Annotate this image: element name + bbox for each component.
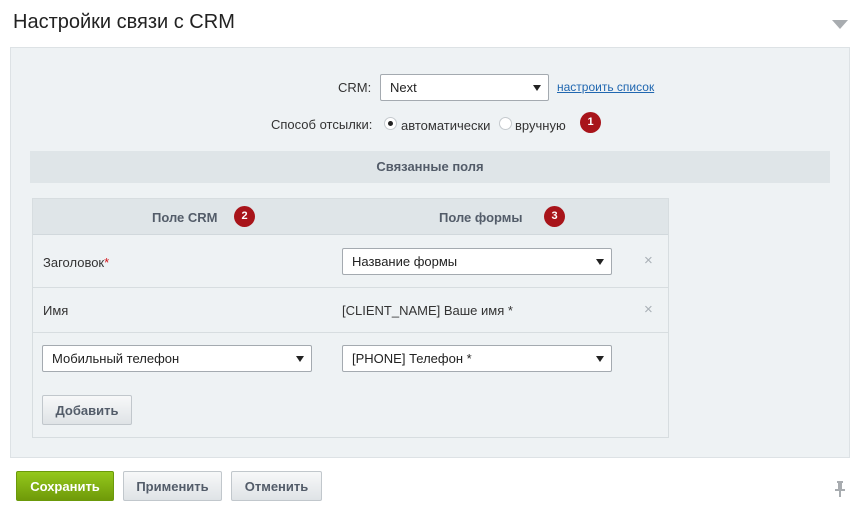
radio-auto[interactable] xyxy=(384,117,397,130)
new-crm-field-select[interactable]: Мобильный телефон xyxy=(42,345,312,372)
crm-select[interactable]: Next xyxy=(380,74,549,101)
form-field-select-value: Название формы xyxy=(352,254,458,269)
configure-list-link[interactable]: настроить список xyxy=(557,80,654,94)
pin-icon[interactable] xyxy=(833,480,847,498)
chevron-down-icon[interactable] xyxy=(832,20,848,29)
chevron-down-icon xyxy=(596,259,604,265)
chevron-down-icon xyxy=(296,356,304,362)
close-icon[interactable]: × xyxy=(644,253,653,268)
table-row-crm-field: Имя xyxy=(43,303,69,318)
row-divider xyxy=(33,287,668,288)
fields-table: Поле CRM 2 Поле формы 3 Заголовок* Назва… xyxy=(32,198,669,438)
required-mark: * xyxy=(104,255,110,270)
row-divider xyxy=(33,332,668,333)
hint-badge-3: 3 xyxy=(544,206,565,227)
col-crm-field: Поле CRM xyxy=(152,210,218,225)
table-row-form-field: [CLIENT_NAME] Ваше имя * xyxy=(342,303,513,318)
new-form-field-select-value: [PHONE] Телефон * xyxy=(352,351,472,366)
page-title: Настройки связи с CRM xyxy=(13,11,235,33)
close-icon[interactable]: × xyxy=(644,302,653,317)
chevron-down-icon xyxy=(596,356,604,362)
cancel-button[interactable]: Отменить xyxy=(231,471,322,501)
crm-select-value: Next xyxy=(390,80,417,95)
col-form-field: Поле формы xyxy=(439,210,523,225)
page-header: Настройки связи с CRM xyxy=(0,0,867,46)
table-row-crm-field: Заголовок* xyxy=(43,255,110,270)
linked-fields-title: Связанные поля xyxy=(376,159,484,174)
radio-manual-label[interactable]: вручную xyxy=(515,118,566,133)
hint-badge-1: 1 xyxy=(580,112,601,133)
linked-fields-header: Связанные поля xyxy=(30,151,830,183)
hint-badge-2: 2 xyxy=(234,206,255,227)
apply-button[interactable]: Применить xyxy=(123,471,222,501)
chevron-down-icon xyxy=(533,85,541,91)
save-button[interactable]: Сохранить xyxy=(16,471,114,501)
send-method-label: Способ отсылки: xyxy=(271,117,373,132)
new-crm-field-select-value: Мобильный телефон xyxy=(52,351,180,366)
radio-manual[interactable] xyxy=(499,117,512,130)
radio-auto-label[interactable]: автоматически xyxy=(401,118,490,133)
crm-label: CRM: xyxy=(338,80,372,95)
new-form-field-select[interactable]: [PHONE] Телефон * xyxy=(342,345,612,372)
add-field-button[interactable]: Добавить xyxy=(42,395,132,425)
form-field-select[interactable]: Название формы xyxy=(342,248,612,275)
fields-table-header: Поле CRM 2 Поле формы 3 xyxy=(33,199,668,235)
